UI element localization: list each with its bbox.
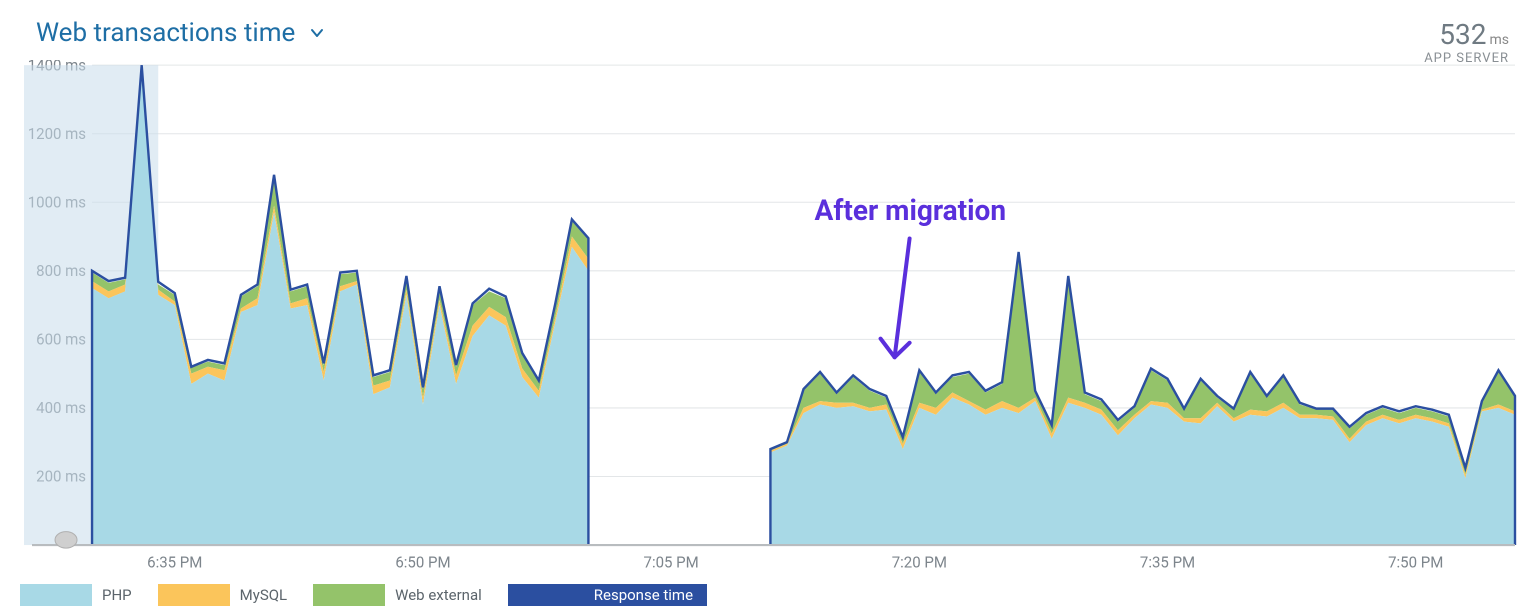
chart-area[interactable]: 200 ms400 ms600 ms800 ms1000 ms1200 ms14… — [24, 60, 1525, 576]
legend: PHP MySQL Web external Response time — [20, 584, 707, 606]
legend-label-mysql: MySQL — [230, 586, 298, 604]
annotation-text: After migration — [815, 194, 1007, 228]
chart-title: Web transactions time — [36, 18, 295, 48]
svg-text:6:35 PM: 6:35 PM — [147, 554, 202, 572]
legend-label-response: Response time — [580, 584, 707, 606]
swatch-webext — [313, 584, 385, 606]
swatch-response — [508, 584, 580, 606]
chart-svg: 200 ms400 ms600 ms800 ms1000 ms1200 ms14… — [24, 60, 1525, 576]
swatch-php — [20, 584, 92, 606]
stat-value: 532 — [1439, 18, 1486, 51]
legend-label-webext: Web external — [385, 586, 492, 604]
time-scrubber-handle[interactable] — [55, 532, 77, 549]
svg-text:7:50 PM: 7:50 PM — [1388, 554, 1443, 572]
svg-text:7:20 PM: 7:20 PM — [892, 554, 947, 572]
stat-unit: ms — [1489, 32, 1509, 48]
svg-text:7:35 PM: 7:35 PM — [1140, 554, 1195, 572]
chevron-down-icon — [309, 25, 325, 41]
legend-item-php[interactable]: PHP — [20, 584, 142, 606]
chart-title-dropdown[interactable]: Web transactions time — [36, 18, 325, 48]
swatch-mysql — [158, 584, 230, 606]
legend-label-php: PHP — [92, 586, 142, 604]
svg-text:6:50 PM: 6:50 PM — [395, 554, 450, 572]
legend-item-webext[interactable]: Web external — [313, 584, 492, 606]
stat-block: 532ms APP SERVER — [1424, 18, 1509, 66]
svg-text:7:05 PM: 7:05 PM — [644, 554, 699, 572]
legend-item-response[interactable]: Response time — [508, 584, 707, 606]
legend-item-mysql[interactable]: MySQL — [158, 584, 298, 606]
